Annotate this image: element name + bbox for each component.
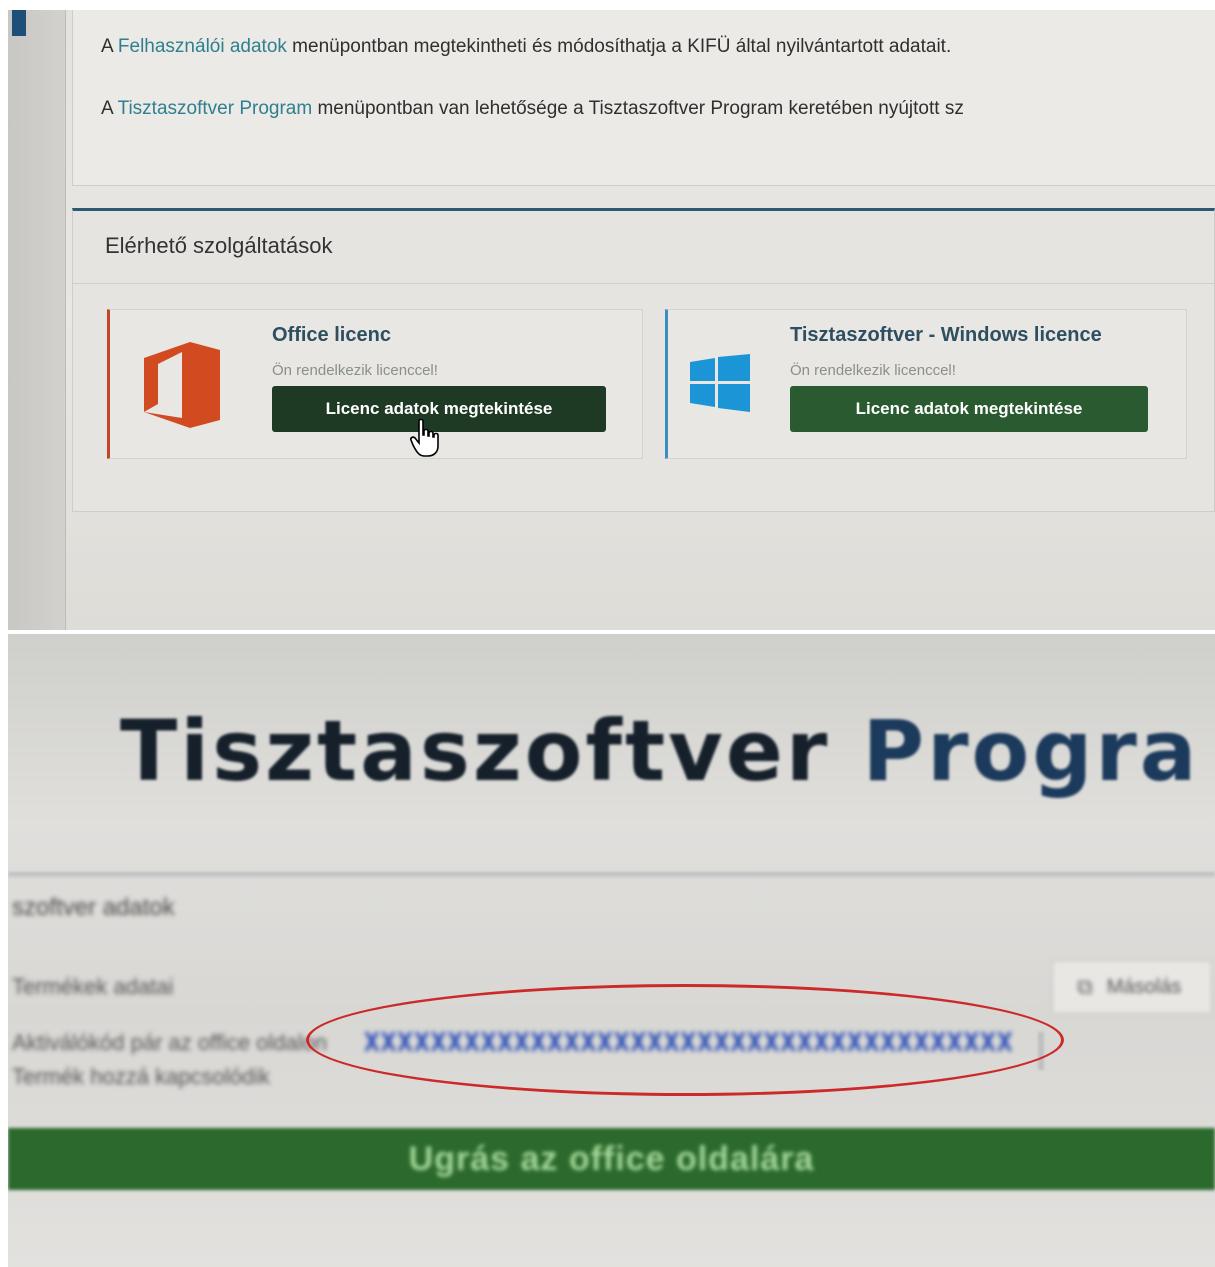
software-data-header: szoftver adatok: [12, 894, 175, 921]
sidebar-tab[interactable]: [12, 10, 26, 36]
program-link[interactable]: Tisztaszoftver Program: [118, 98, 313, 119]
intro-prefix: A: [101, 98, 118, 119]
page-content: A Felhasználói adatok menüpontban megtek…: [66, 10, 1215, 630]
copy-button[interactable]: ⧉ Másolás: [1052, 960, 1212, 1014]
licence-status: Ön rendelkezik licenccel!: [272, 362, 438, 379]
activation-code-label: Aktiválókód pár az office oldalon: [12, 1030, 328, 1055]
services-title: Elérhető szolgáltatások: [105, 233, 333, 258]
intro-box: A Felhasználói adatok menüpontban megtek…: [72, 10, 1215, 186]
hand-pointer-icon: [410, 418, 440, 458]
card-name: Tisztaszoftver - Windows licence: [790, 324, 1102, 346]
view-windows-licence-button[interactable]: Licenc adatok megtekintése: [790, 386, 1148, 432]
product-link-label: Termék hozzá kapcsolódik: [12, 1064, 271, 1089]
left-sidebar-strip: [8, 10, 66, 630]
windows-icon: [690, 354, 750, 412]
program-title-part2: Progra: [862, 702, 1200, 800]
user-data-link[interactable]: Felhasználói adatok: [118, 36, 287, 57]
bottom-screenshot-panel: Tisztaszoftver Progra szoftver adatok Te…: [8, 634, 1215, 1267]
section-divider: [8, 872, 1215, 878]
windows-licence-card: Tisztaszoftver - Windows licence Ön rend…: [665, 309, 1187, 459]
program-title-part1: Tisztaszoftver: [120, 702, 863, 800]
copy-icon: ⧉: [1077, 974, 1093, 999]
copy-button-label: Másolás: [1106, 975, 1182, 998]
office-icon: [136, 338, 228, 430]
office-licence-card: Office licenc Ön rendelkezik licenccel! …: [107, 309, 643, 459]
licence-status: Ön rendelkezik licenccel!: [790, 362, 956, 379]
top-screenshot-panel: A Felhasználói adatok menüpontban megtek…: [8, 10, 1215, 630]
intro-suffix: menüpontban van lehetősége a Tisztaszoft…: [312, 98, 964, 119]
intro-line-program: A Tisztaszoftver Program menüpontban van…: [101, 98, 964, 120]
card-name: Office licenc: [272, 324, 391, 346]
intro-suffix: menüpontban megtekintheti és módosíthatj…: [286, 36, 952, 57]
products-data-label: Termékek adatai: [12, 974, 174, 999]
services-divider: [73, 283, 1214, 284]
go-to-office-label: Ugrás az office oldalára: [408, 1139, 815, 1178]
program-title: Tisztaszoftver Progra: [120, 702, 1199, 800]
go-to-office-button[interactable]: Ugrás az office oldalára: [8, 1128, 1215, 1190]
intro-line-user-data: A Felhasználói adatok menüpontban megtek…: [101, 36, 951, 58]
available-services-panel: Elérhető szolgáltatások Office licenc Ön…: [72, 208, 1215, 512]
red-highlight-ellipse: [306, 984, 1064, 1096]
intro-prefix: A: [101, 36, 118, 57]
